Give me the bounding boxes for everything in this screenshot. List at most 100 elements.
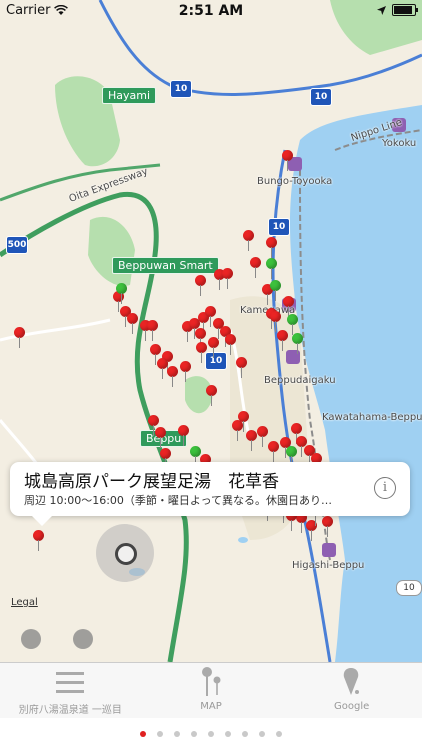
- map-pin[interactable]: [180, 361, 192, 383]
- pin-stem: [183, 435, 184, 446]
- pin-stem: [219, 279, 220, 290]
- google-pin-icon: [344, 668, 360, 695]
- pin-stem: [145, 330, 146, 341]
- pin-stem: [275, 290, 276, 301]
- map-pin[interactable]: [322, 516, 334, 538]
- map-pin[interactable]: [196, 342, 208, 364]
- page-dot[interactable]: [242, 731, 248, 737]
- pin-stem: [243, 421, 244, 432]
- info-icon[interactable]: i: [374, 477, 396, 499]
- tab-map-label: MAP: [200, 701, 222, 712]
- map-pin[interactable]: [282, 150, 294, 172]
- page-dot[interactable]: [191, 731, 197, 737]
- pin-stem: [213, 347, 214, 358]
- pin-stem: [267, 294, 268, 305]
- pin-stem: [273, 451, 274, 462]
- pin-stem: [187, 331, 188, 342]
- forest-area: [88, 216, 135, 286]
- map-view[interactable]: Hayami Beppuwan Smart Beppu Oita Express…: [0, 0, 422, 662]
- pin-stem: [255, 267, 256, 278]
- road-label-hayami: Hayami: [102, 87, 157, 104]
- pin-stem: [132, 323, 133, 334]
- map-pin[interactable]: [178, 425, 190, 447]
- tab-google-label: Google: [334, 701, 370, 712]
- place-label-kawatahama-beppu: Kawatahama-Beppu: [322, 412, 422, 423]
- place-label-yokoku: Yokoku: [382, 138, 417, 149]
- map-pin[interactable]: [236, 357, 248, 379]
- map-pin[interactable]: [195, 275, 207, 297]
- pin-stem: [275, 321, 276, 332]
- station-icon: [322, 543, 336, 557]
- tab-map[interactable]: MAP: [141, 663, 282, 719]
- page-dot[interactable]: [225, 731, 231, 737]
- pin-stem: [282, 340, 283, 351]
- tab-list-label: 別府八湯温泉道 一巡目: [18, 705, 122, 716]
- map-pin[interactable]: [116, 283, 128, 305]
- map-pin[interactable]: [250, 257, 262, 279]
- pin-stem: [327, 526, 328, 537]
- map-pin[interactable]: [225, 334, 237, 356]
- legal-link[interactable]: Legal: [11, 597, 38, 608]
- map-pin[interactable]: [127, 313, 139, 335]
- place-label-bungo-toyooka: Bungo-Toyooka: [257, 176, 333, 187]
- selected-map-pin[interactable]: [33, 530, 45, 552]
- map-pin[interactable]: [270, 280, 282, 302]
- map-pin[interactable]: [14, 327, 26, 349]
- pin-stem: [230, 344, 231, 355]
- pin-stem: [271, 247, 272, 258]
- page-dot[interactable]: [157, 731, 163, 737]
- callout-title: 城島高原パーク展望足湯 花草香: [24, 472, 279, 492]
- page-dot[interactable]: [259, 731, 265, 737]
- pin-stem: [185, 371, 186, 382]
- map-pin[interactable]: [222, 268, 234, 290]
- map-pin[interactable]: [292, 333, 304, 355]
- pin-stem: [162, 368, 163, 379]
- pin-stem: [125, 316, 126, 327]
- page-dot[interactable]: [208, 731, 214, 737]
- route-shield: 10: [396, 580, 422, 596]
- pin-stem: [152, 330, 153, 341]
- map-control-button[interactable]: [21, 629, 41, 649]
- pin-stem: [248, 240, 249, 251]
- pin-stem: [271, 268, 272, 279]
- place-label-higashi-beppu: Higashi-Beppu: [292, 560, 365, 571]
- highway-shield: 10: [268, 218, 290, 236]
- page-dot[interactable]: [140, 731, 146, 737]
- pin-stem: [311, 530, 312, 541]
- pin-stem: [315, 515, 316, 526]
- map-pin[interactable]: [208, 337, 220, 359]
- map-pin[interactable]: [155, 427, 167, 449]
- map-pin[interactable]: [268, 441, 280, 463]
- pin-stem: [291, 520, 292, 531]
- page-dot[interactable]: [276, 731, 282, 737]
- tab-bar: 別府八湯温泉道 一巡目 MAP Google: [0, 662, 422, 719]
- status-right: [377, 4, 418, 16]
- map-pin[interactable]: [266, 258, 278, 280]
- pin-stem: [301, 446, 302, 457]
- pin-stem: [19, 337, 20, 348]
- map-control-button[interactable]: [73, 629, 93, 649]
- map-pin[interactable]: [167, 366, 179, 388]
- pin-stem: [210, 316, 211, 327]
- pin-stem: [160, 437, 161, 448]
- pin-stem: [251, 440, 252, 451]
- pin-stem: [38, 540, 39, 551]
- page-dot[interactable]: [174, 731, 180, 737]
- map-pin[interactable]: [277, 330, 289, 352]
- lake: [238, 537, 248, 543]
- tab-list[interactable]: 別府八湯温泉道 一巡目: [0, 663, 141, 719]
- location-button[interactable]: [96, 524, 154, 582]
- map-pin[interactable]: [147, 320, 159, 342]
- tab-google[interactable]: Google: [281, 663, 422, 719]
- pin-callout[interactable]: 城島高原パーク展望足湯 花草香 周辺 10:00～16:00（季節・曜日よって異…: [10, 462, 410, 526]
- callout-subtitle: 周辺 10:00～16:00（季節・曜日よって異なる。休園日あり…: [24, 494, 333, 507]
- map-pin[interactable]: [238, 411, 250, 433]
- page-indicator[interactable]: [0, 718, 422, 750]
- pin-stem: [211, 395, 212, 406]
- list-icon: [56, 672, 84, 693]
- pin-stem: [241, 367, 242, 378]
- map-pin[interactable]: [206, 385, 218, 407]
- map-pin[interactable]: [266, 237, 278, 259]
- pin-stem: [262, 436, 263, 447]
- map-pin[interactable]: [243, 230, 255, 252]
